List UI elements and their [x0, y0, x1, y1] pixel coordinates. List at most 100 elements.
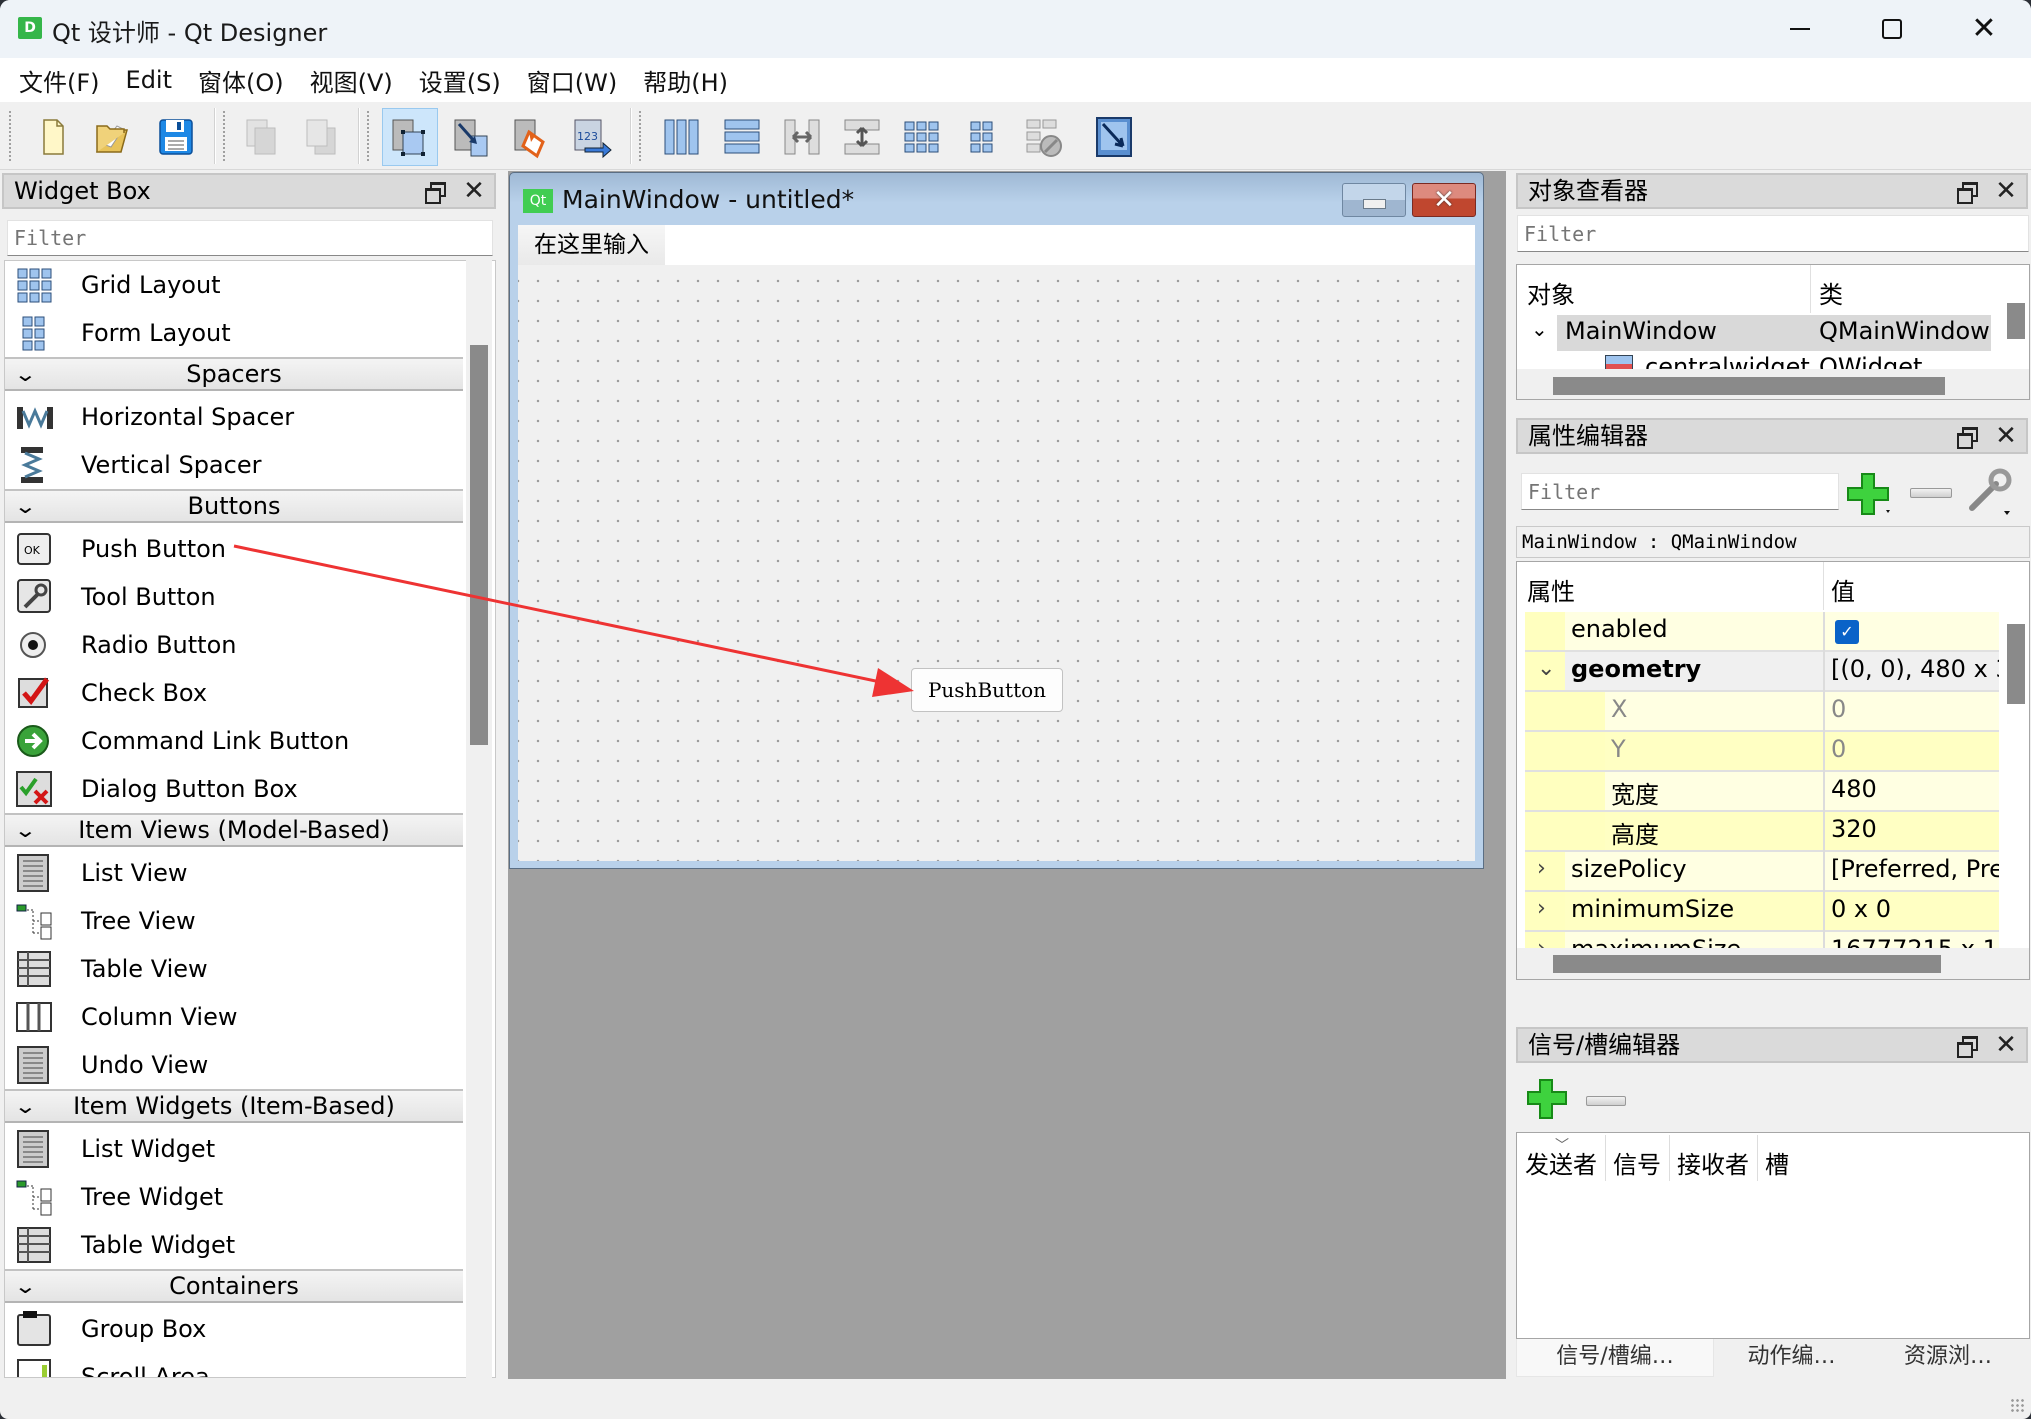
widget-item[interactable]: Column View	[5, 993, 463, 1041]
category-header[interactable]: ⌄ Containers	[5, 1269, 463, 1303]
widget-item[interactable]: Check Box	[5, 669, 463, 717]
tree-row-class[interactable]: QMainWindow	[1819, 317, 1990, 345]
chevron-right-icon[interactable]: ›	[1537, 856, 1546, 881]
maximize-button[interactable]	[1846, 0, 1938, 58]
menu-file[interactable]: 文件(F)	[6, 59, 113, 102]
property-editor-filter-input[interactable]	[1521, 473, 1839, 510]
column-header-object[interactable]: 对象	[1527, 275, 1575, 310]
toolbar-grip[interactable]	[8, 110, 12, 162]
toolbar-grip[interactable]	[222, 110, 226, 162]
tab-resource-browser[interactable]: 资源浏…	[1869, 1339, 2027, 1377]
signal-slot-editor-float-button[interactable]	[1956, 1035, 1978, 1058]
form-menu-type-here[interactable]: 在这里输入	[518, 225, 665, 265]
column-header-sender[interactable]: 发送者	[1525, 1145, 1597, 1180]
horizontal-splitter-button[interactable]	[774, 108, 830, 166]
widget-box-scroll-thumb[interactable]	[470, 345, 488, 745]
menu-view[interactable]: 视图(V)	[297, 59, 406, 102]
edit-widgets-button[interactable]	[382, 108, 438, 166]
edit-buddies-button[interactable]	[504, 108, 560, 166]
widget-item[interactable]: Dialog Button Box	[5, 765, 463, 813]
column-header-slot[interactable]: 槽	[1765, 1145, 1789, 1180]
widget-item[interactable]: Tree Widget	[5, 1173, 463, 1221]
enabled-checkbox[interactable]: ✓	[1835, 620, 1859, 644]
remove-connection-button[interactable]	[1586, 1096, 1626, 1106]
widget-item[interactable]: List Widget	[5, 1125, 463, 1173]
add-connection-button[interactable]	[1526, 1078, 1568, 1120]
lay-out-horizontally-button[interactable]	[654, 108, 710, 166]
close-button[interactable]: ✕	[1938, 0, 2030, 58]
save-form-button[interactable]	[148, 108, 204, 166]
property-row[interactable]: › minimumSize 0 x 0	[1525, 892, 1999, 932]
horizontal-scroll-thumb[interactable]	[1553, 377, 1945, 395]
lay-out-form-button[interactable]	[954, 108, 1010, 166]
open-form-button[interactable]	[84, 108, 140, 166]
remove-dynamic-property-button[interactable]	[1910, 488, 1952, 498]
property-row[interactable]: ⌄ geometry [(0, 0), 480 x 3...	[1525, 652, 1999, 692]
widget-item[interactable]: Vertical Spacer	[5, 441, 463, 489]
menu-help[interactable]: 帮助(H)	[630, 59, 741, 102]
widget-item[interactable]: Group Box	[5, 1305, 463, 1353]
horizontal-scroll-thumb[interactable]	[1553, 955, 1941, 973]
widget-item[interactable]: Grid Layout	[5, 261, 463, 309]
category-header[interactable]: ⌄ Item Widgets (Item-Based)	[5, 1089, 463, 1123]
add-dynamic-property-button[interactable]	[1846, 470, 1896, 516]
column-header-class[interactable]: 类	[1819, 275, 1843, 310]
property-value[interactable]: 0	[1831, 695, 1999, 723]
object-inspector-float-button[interactable]	[1956, 181, 1978, 204]
menu-settings[interactable]: 设置(S)	[406, 59, 514, 102]
vertical-scroll-thumb[interactable]	[2007, 624, 2025, 704]
property-value[interactable]: 0 x 0	[1831, 895, 1999, 923]
configure-property-editor-button[interactable]	[1966, 466, 2014, 516]
resize-grip[interactable]	[2010, 1398, 2026, 1414]
toolbar-grip[interactable]	[638, 110, 642, 162]
tab-action-editor[interactable]: 动作编…	[1714, 1339, 1869, 1377]
tab-signal-slot-editor[interactable]: 信号/槽编…	[1516, 1339, 1714, 1377]
form-canvas[interactable]	[518, 265, 1475, 861]
property-value[interactable]: 320	[1831, 815, 1999, 843]
widget-item[interactable]: Table Widget	[5, 1221, 463, 1269]
column-header-receiver[interactable]: 接收者	[1677, 1145, 1749, 1180]
edit-signals-slots-button[interactable]	[444, 108, 500, 166]
vertical-scroll-thumb[interactable]	[2007, 303, 2025, 339]
adjust-size-button[interactable]	[1086, 108, 1142, 166]
lay-out-grid-button[interactable]	[894, 108, 950, 166]
property-editor-float-button[interactable]	[1956, 426, 1978, 449]
object-inspector-filter-input[interactable]	[1517, 215, 2029, 252]
widget-item[interactable]: Table View	[5, 945, 463, 993]
column-header-value[interactable]: 值	[1831, 572, 1855, 607]
category-header[interactable]: ⌄ Spacers	[5, 357, 463, 391]
widget-box-filter-input[interactable]	[7, 220, 493, 256]
chevron-right-icon[interactable]: ›	[1537, 896, 1546, 921]
chevron-down-icon[interactable]: ⌄	[1537, 656, 1555, 681]
category-header[interactable]: ⌄ Item Views (Model-Based)	[5, 813, 463, 847]
form-minimize-button[interactable]	[1342, 183, 1406, 217]
property-row[interactable]: › sizePolicy [Preferred, Pre...	[1525, 852, 1999, 892]
column-header-signal[interactable]: 信号	[1613, 1145, 1661, 1180]
menu-window[interactable]: 窗口(W)	[514, 59, 630, 102]
property-row[interactable]: Y0	[1525, 732, 1999, 772]
widget-item[interactable]: Tool Button	[5, 573, 463, 621]
property-row[interactable]: 宽度 480	[1525, 772, 1999, 812]
property-value[interactable]: 480	[1831, 775, 1999, 803]
widget-item[interactable]: Scroll Area	[5, 1353, 463, 1377]
property-value[interactable]: [Preferred, Pre...	[1831, 855, 1999, 883]
toolbar-grip[interactable]	[366, 110, 370, 162]
expand-chevron-icon[interactable]: ⌄	[1531, 317, 1548, 341]
vertical-splitter-button[interactable]	[834, 108, 890, 166]
send-to-back-button[interactable]	[234, 108, 290, 166]
property-editor-close-button[interactable]: ✕	[1994, 420, 2018, 452]
widget-item[interactable]: Tree View	[5, 897, 463, 945]
widget-box-float-button[interactable]	[424, 181, 446, 204]
menu-edit[interactable]: Edit	[113, 62, 185, 98]
widget-box-close-button[interactable]: ✕	[462, 175, 486, 207]
widget-item[interactable]: OK Push Button	[5, 525, 463, 573]
tree-row-object[interactable]: MainWindow	[1565, 317, 1717, 345]
form-close-button[interactable]: ✕	[1412, 183, 1476, 217]
lay-out-vertically-button[interactable]	[714, 108, 770, 166]
bring-to-front-button[interactable]	[294, 108, 350, 166]
column-header-property[interactable]: 属性	[1527, 572, 1575, 607]
break-layout-button[interactable]	[1016, 108, 1072, 166]
signal-slot-editor-close-button[interactable]: ✕	[1994, 1029, 2018, 1061]
property-row[interactable]: X0	[1525, 692, 1999, 732]
form-push-button[interactable]: PushButton	[911, 668, 1063, 712]
